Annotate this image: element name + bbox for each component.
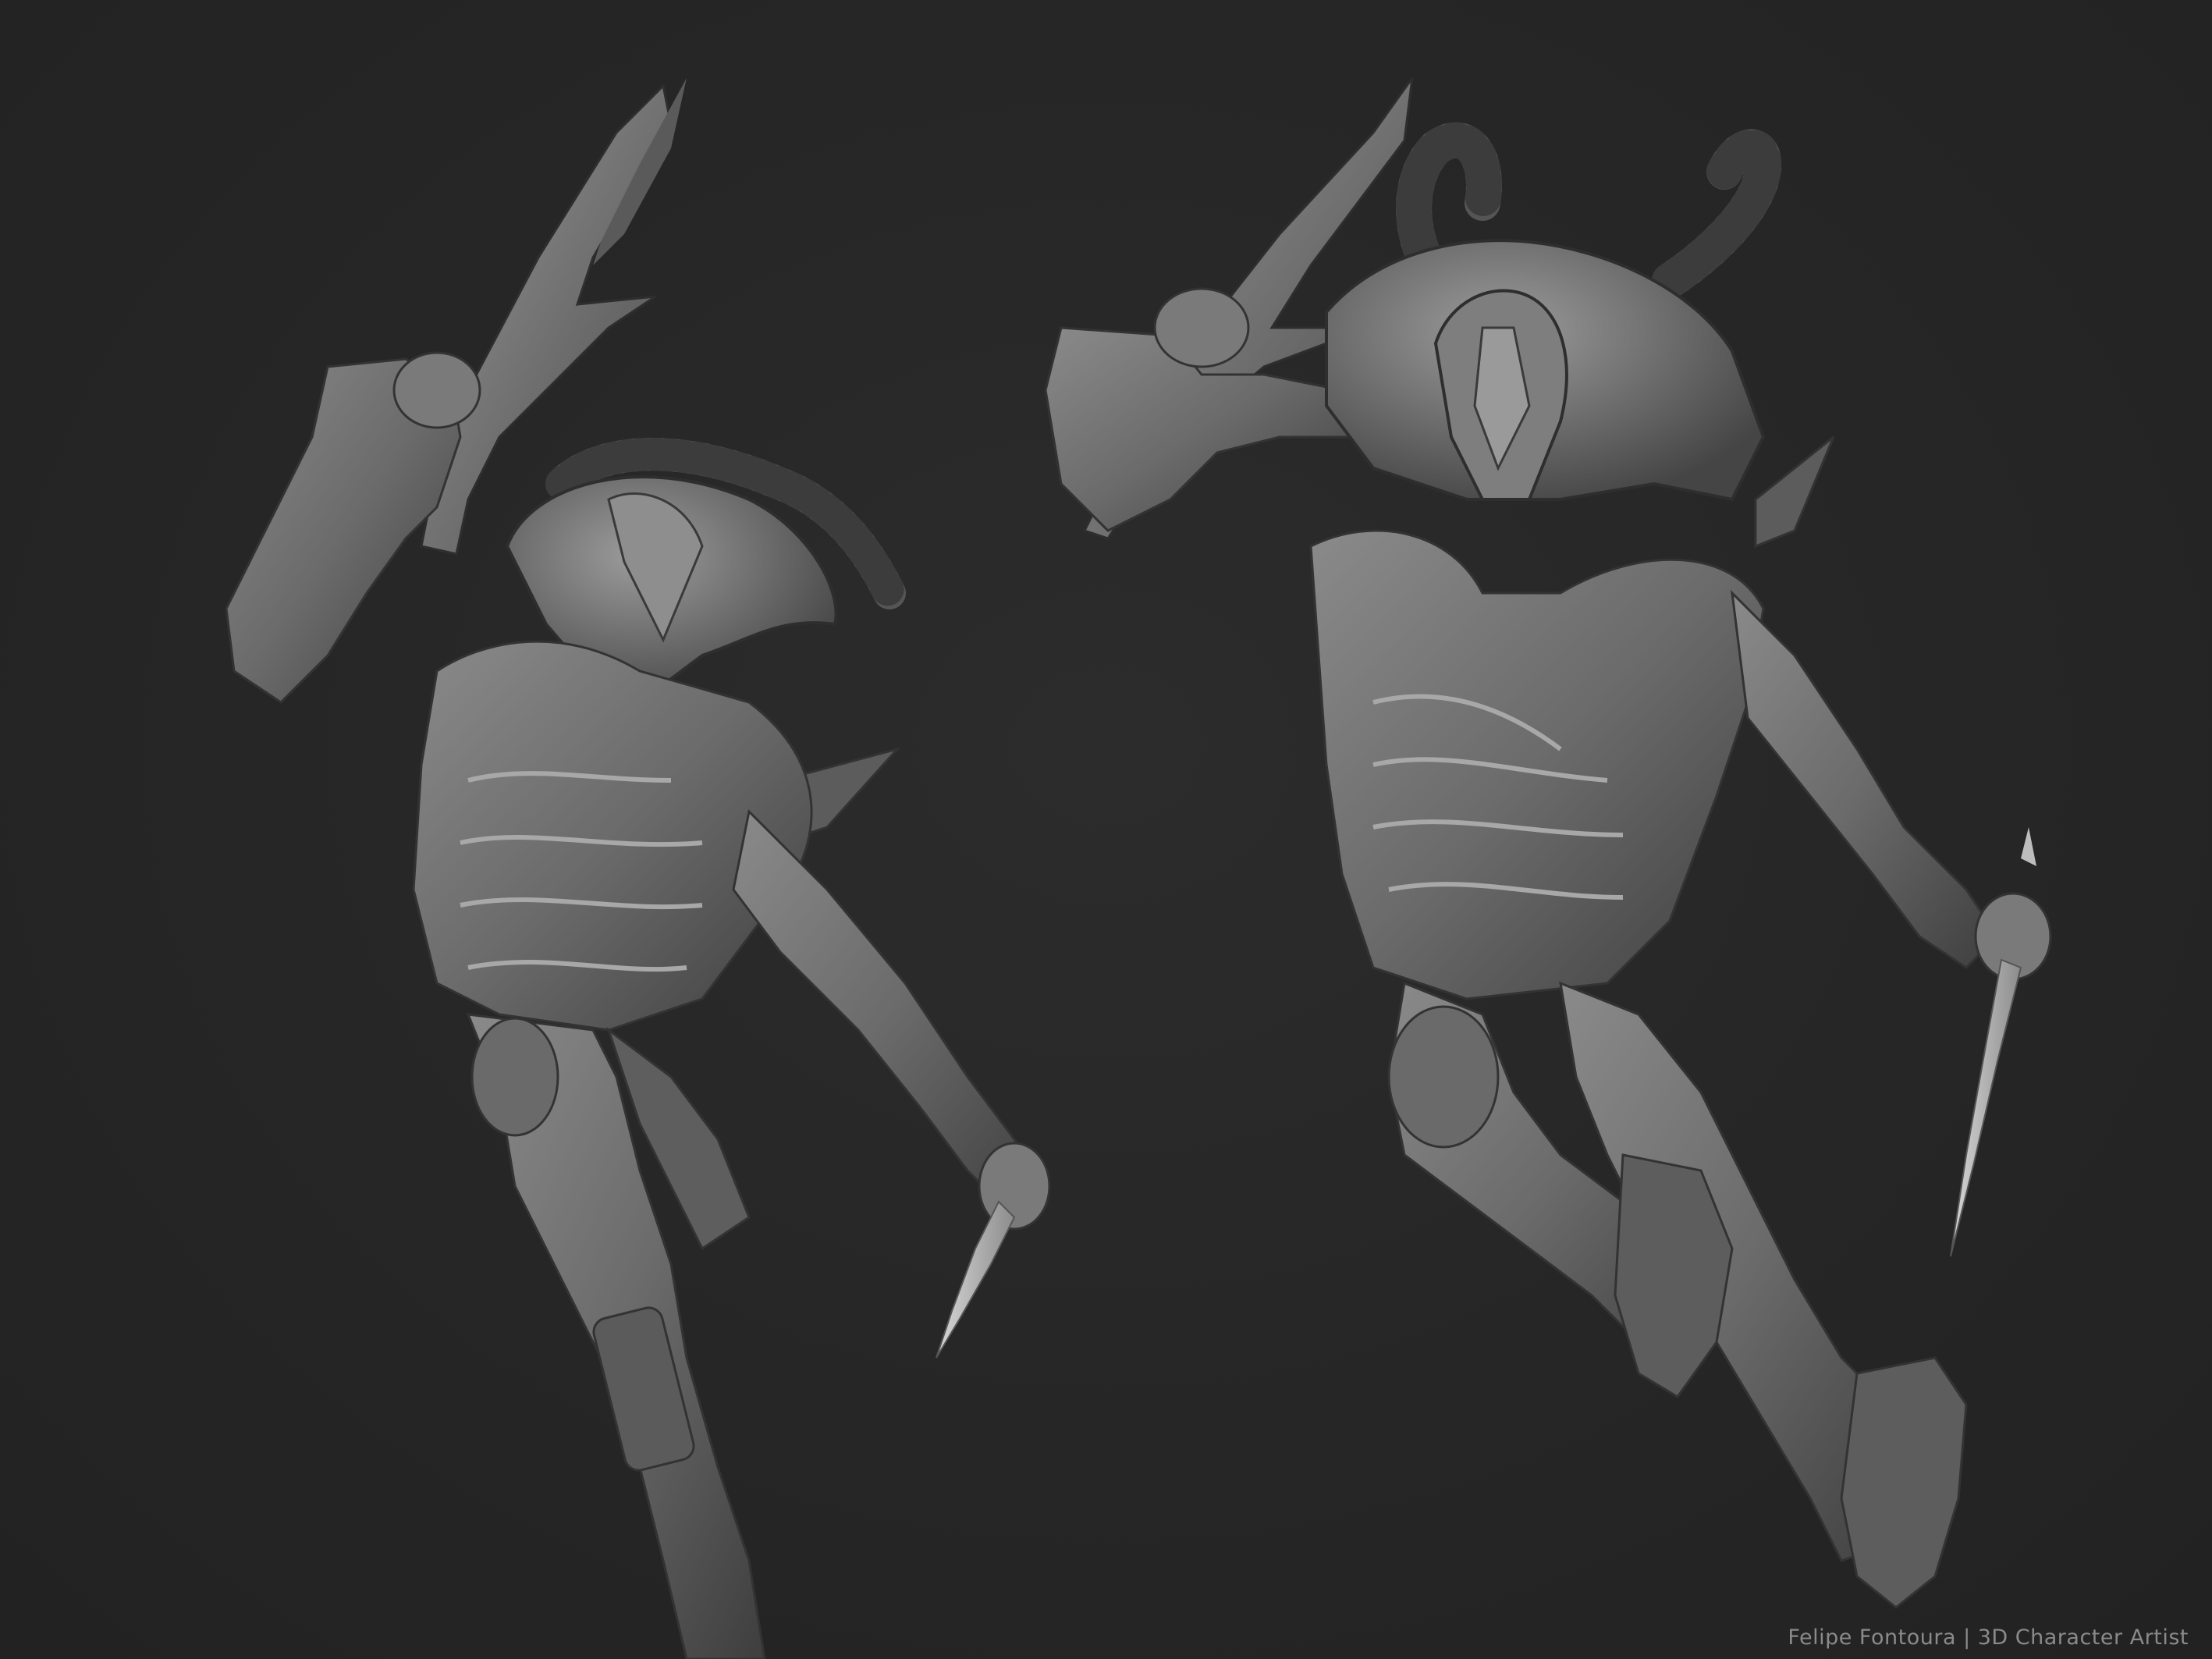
- boot: [1840, 1356, 1968, 1609]
- knife: [1950, 958, 2022, 1257]
- character-front-view: [1044, 77, 2052, 1609]
- knee-pad: [470, 1017, 559, 1137]
- back-fin: [1754, 435, 1835, 549]
- fist: [1153, 287, 1250, 368]
- lower-arm: [1730, 589, 1999, 969]
- artist-signature: Felipe Fontoura | 3D Character Artist: [1788, 1625, 2189, 1650]
- knee-pad: [1387, 1005, 1500, 1149]
- render-canvas: Felipe Fontoura | 3D Character Artist: [0, 0, 2212, 1659]
- lower-hand: [978, 1142, 1051, 1231]
- knife: [936, 1200, 1016, 1359]
- render-illustration: [225, 77, 2052, 1659]
- character-left-view: [225, 78, 1051, 1659]
- fist: [392, 351, 481, 429]
